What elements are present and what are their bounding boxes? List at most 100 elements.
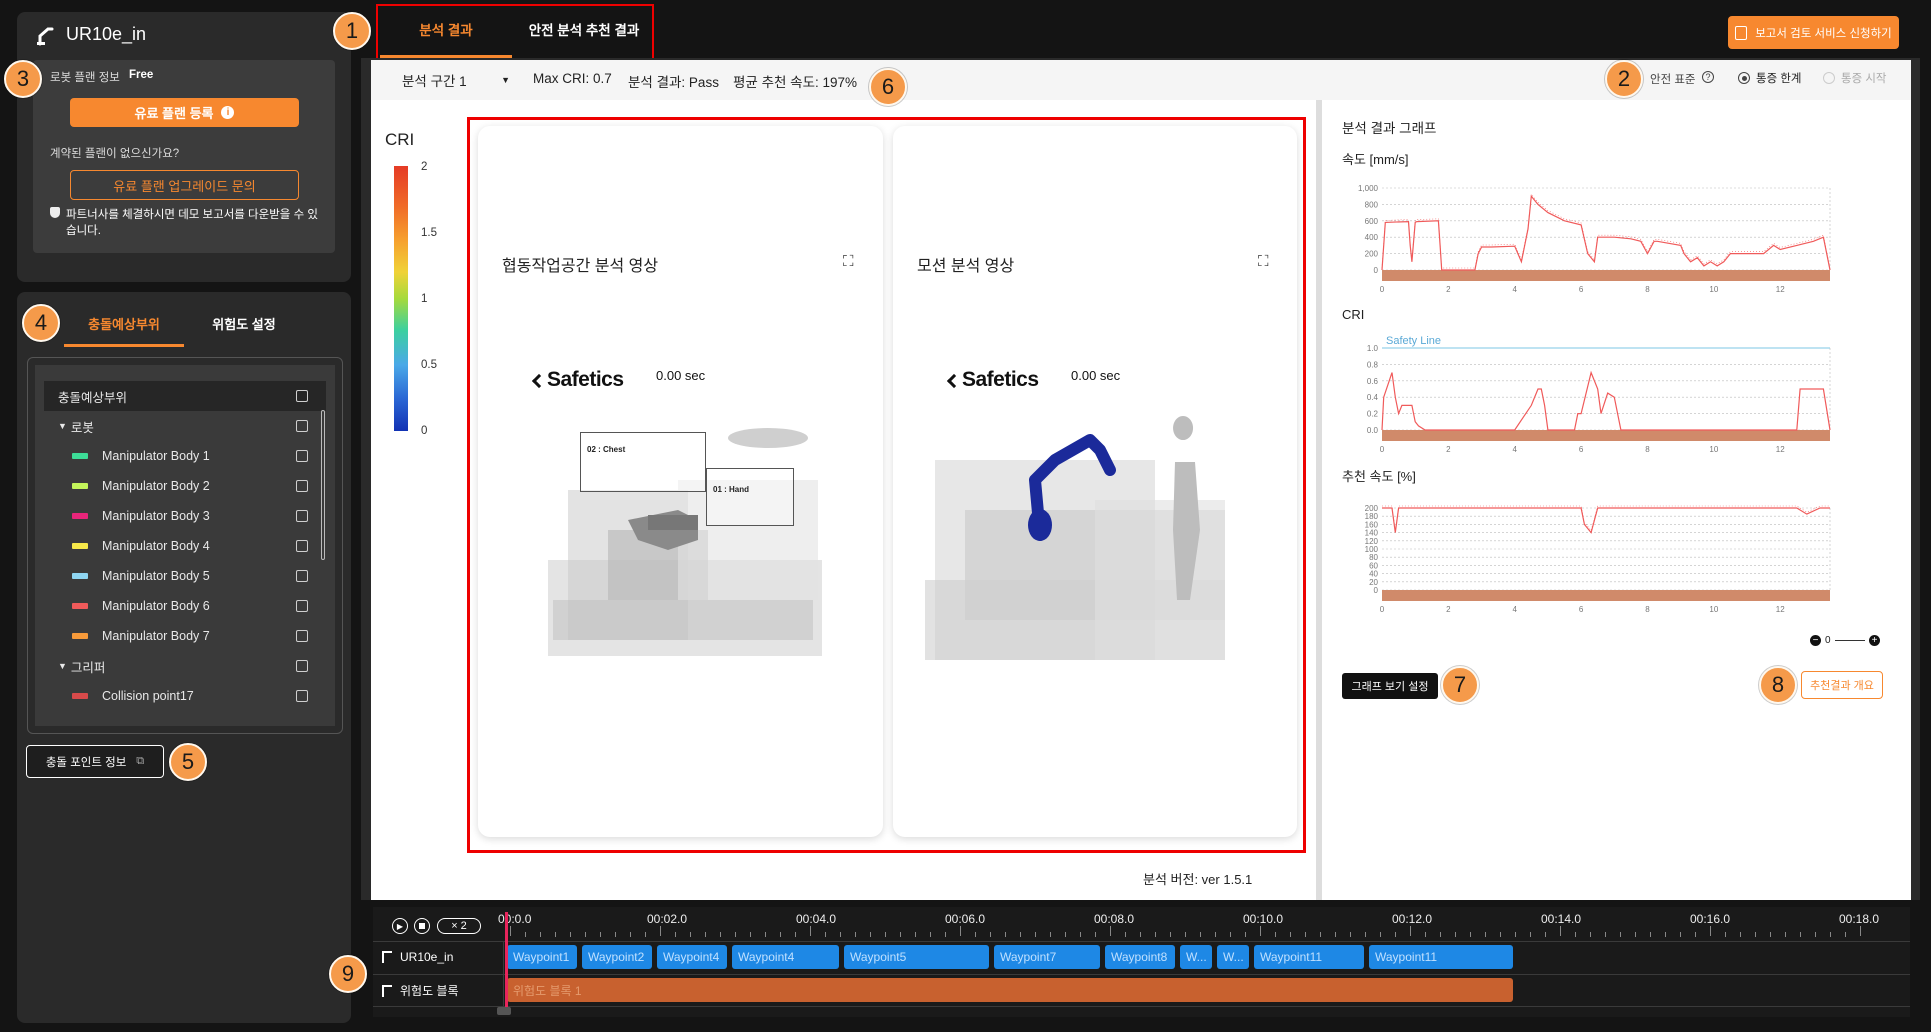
x-tick-label: 12 [1776, 445, 1785, 454]
zoom-control[interactable]: − 0 + [1810, 633, 1880, 647]
timeline-tick-mark [510, 926, 511, 936]
tree-item-checkbox[interactable] [296, 540, 308, 552]
tree-item-manipulator-body[interactable]: Manipulator Body 6 [44, 591, 326, 621]
waypoint-block[interactable]: W... [1217, 945, 1249, 969]
timeline-tick-mark [750, 932, 751, 937]
zoom-in-icon[interactable]: + [1869, 634, 1880, 646]
timeline-tick-mark [1410, 926, 1411, 936]
tree-item-manipulator-body[interactable]: Manipulator Body 7 [44, 621, 326, 651]
timeline-tick-mark [930, 932, 931, 937]
tree-header-checkbox[interactable] [296, 390, 308, 402]
x-tick-label: 4 [1513, 285, 1518, 294]
y-tick-label: 600 [1365, 217, 1379, 226]
tree-item-manipulator-body[interactable]: Manipulator Body 2 [44, 471, 326, 501]
badge-3: 3 [4, 60, 42, 98]
timeline-tick-mark [690, 932, 691, 937]
timeline-tick-mark [1680, 932, 1681, 937]
timeline-tick-mark [1695, 932, 1696, 937]
tree-item-manipulator-body[interactable]: Manipulator Body 5 [44, 561, 326, 591]
waypoint-block[interactable]: Waypoint11 [1254, 945, 1364, 969]
robot-name-title: UR10e_in [66, 24, 147, 44]
track-robot-label: UR10e_in [382, 950, 453, 964]
timeline-tick-mark [1425, 932, 1426, 937]
register-paid-plan-button[interactable]: 유료 플랜 등록 i [70, 98, 299, 127]
waypoint-block[interactable]: Waypoint1 [507, 945, 577, 969]
tree-scrollbar[interactable] [321, 410, 325, 560]
report-review-button[interactable]: 보고서 검토 서비스 신청하기 [1728, 16, 1899, 49]
y-tick-label: 1,000 [1358, 184, 1379, 193]
play-button[interactable]: ▶ [392, 918, 408, 934]
color-swatch [72, 573, 88, 579]
timeline-tick-mark [1065, 932, 1066, 937]
timeline-tick-mark [1650, 932, 1651, 937]
timeline-tick-mark [630, 932, 631, 937]
tree-item-checkbox[interactable] [296, 450, 308, 462]
help-icon[interactable]: ? [1702, 71, 1714, 83]
tree-item-checkbox[interactable] [296, 600, 308, 612]
graph-view-settings-button[interactable]: 그래프 보기 설정 [1342, 673, 1438, 699]
timeline-tick-mark [600, 932, 601, 937]
tree-item-collision-point[interactable]: Collision point17 [44, 681, 326, 711]
no-plan-text: 계약된 플랜이 없으신가요? [50, 148, 180, 160]
upgrade-plan-inquiry-button[interactable]: 유료 플랜 업그레이드 문의 [70, 170, 299, 200]
color-swatch [72, 483, 88, 489]
tree-group-gripper[interactable]: ▼ 그리퍼 [44, 651, 326, 681]
timeline-tick-mark [840, 932, 841, 937]
timeline-tick-mark [1230, 932, 1231, 937]
collision-point-info-button[interactable]: 충돌 포인트 정보 ⧉ [26, 745, 164, 778]
badge-7: 7 [1441, 666, 1479, 704]
zoom-out-icon[interactable]: − [1810, 634, 1821, 646]
tree-group-gripper-checkbox[interactable] [296, 660, 308, 672]
radio-pain-onset[interactable]: 통증 시작 [1823, 70, 1887, 86]
timeline-tick-mark [1155, 932, 1156, 937]
radio-pain-threshold[interactable]: 통증 한계 [1738, 70, 1802, 86]
expand-icon[interactable]: ⛶ [1258, 253, 1274, 270]
waypoint-block[interactable]: W... [1180, 945, 1212, 969]
tab-risk-settings[interactable]: 위험도 설정 [184, 314, 304, 333]
timeline-tick-mark [1545, 932, 1546, 937]
stop-button[interactable] [414, 918, 430, 934]
expand-icon[interactable]: ⛶ [843, 253, 859, 270]
tree-item-checkbox[interactable] [296, 480, 308, 492]
waypoint-block[interactable]: Waypoint4 [732, 945, 839, 969]
timeline-scroll-thumb[interactable] [497, 1007, 511, 1015]
waypoint-block[interactable]: Waypoint4 [657, 945, 727, 969]
hand-collision-box: 01 : Hand [706, 468, 794, 526]
waypoint-block[interactable]: Waypoint11 [1369, 945, 1513, 969]
timeline-tick-mark [1245, 932, 1246, 937]
waypoint-block[interactable]: Waypoint2 [582, 945, 652, 969]
waypoint-block[interactable]: Waypoint8 [1105, 945, 1175, 969]
tree-item-checkbox[interactable] [296, 570, 308, 582]
section-dropdown[interactable]: 분석 구간 1 ▼ [390, 60, 510, 100]
risk-block[interactable]: 위험도 블록 1 [507, 978, 1513, 1002]
timeline-tick-mark [1185, 932, 1186, 937]
tree-group-robot-checkbox[interactable] [296, 420, 308, 432]
waypoint-block[interactable]: Waypoint5 [844, 945, 989, 969]
playback-speed-button[interactable]: × 2 [437, 918, 481, 934]
cri-scale-tick: 1.5 [421, 227, 437, 239]
tree-item-checkbox[interactable] [296, 630, 308, 642]
tree-item-manipulator-body[interactable]: Manipulator Body 3 [44, 501, 326, 531]
recommendation-summary-button[interactable]: 추천결과 개요 [1801, 671, 1883, 699]
x-tick-label: 6 [1579, 445, 1584, 454]
tab-collision-parts[interactable]: 충돌예상부위 [64, 314, 184, 333]
tree-group-robot[interactable]: ▼ 로봇 [44, 411, 326, 441]
badge-5: 5 [169, 743, 207, 781]
max-cri-text: Max CRI: 0.7 [533, 71, 612, 86]
tree-item-checkbox[interactable] [296, 510, 308, 522]
tree-item-checkbox[interactable] [296, 690, 308, 702]
x-tick-label: 10 [1709, 285, 1718, 294]
tree-item-manipulator-body[interactable]: Manipulator Body 1 [44, 441, 326, 471]
x-tick-label: 0 [1380, 285, 1385, 294]
playhead[interactable] [505, 912, 508, 1012]
timeline-tick-mark [1605, 932, 1606, 937]
timeline-tick-mark [915, 932, 916, 937]
timeline-tick-mark [1335, 932, 1336, 937]
plan-label: 로봇 플랜 정보 [50, 72, 120, 84]
y-tick-label: 0.4 [1367, 393, 1379, 402]
waypoint-block[interactable]: Waypoint7 [994, 945, 1100, 969]
timeline-tick-mark [1365, 932, 1366, 937]
timeline-tick-mark [990, 932, 991, 937]
tree-item-manipulator-body[interactable]: Manipulator Body 4 [44, 531, 326, 561]
motion-analysis-video-title: 모션 분석 영상 [917, 258, 1015, 275]
